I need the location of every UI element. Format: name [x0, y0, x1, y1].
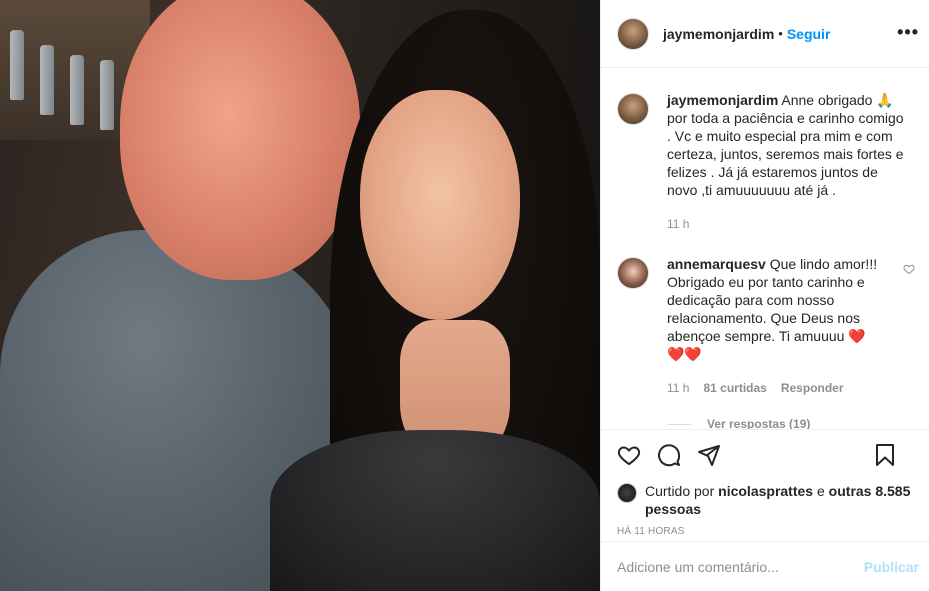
post-photo[interactable] — [0, 0, 600, 591]
replies-divider — [667, 423, 691, 425]
comment-bubble-icon[interactable] — [657, 443, 681, 467]
comment-hearts: ❤️❤️ — [667, 346, 702, 362]
add-comment-bar: Publicar — [601, 541, 929, 591]
man-face — [120, 0, 360, 280]
view-replies-label[interactable]: Ver respostas (19) — [707, 417, 810, 429]
woman-top — [270, 430, 600, 591]
view-replies-button[interactable]: Ver respostas (19) — [667, 417, 913, 429]
likes-connector: e — [816, 483, 825, 499]
instagram-post: jaymemonjardim • Seguir ••• jaymemonjard… — [0, 0, 929, 591]
commenter-username[interactable]: annemarquesv — [667, 256, 766, 272]
like-heart-icon[interactable] — [617, 443, 641, 467]
caption-time[interactable]: 11 h — [667, 215, 689, 233]
liker-username[interactable]: nicolasprattes — [718, 483, 813, 499]
woman-face — [360, 90, 520, 320]
share-paper-plane-icon[interactable] — [697, 443, 721, 467]
separator-dot: • — [778, 26, 783, 41]
bottle — [70, 55, 84, 125]
commenter-avatar[interactable] — [617, 257, 649, 289]
author-username[interactable]: jaymemonjardim — [663, 26, 774, 42]
comment-item: annemarquesv Que lindo amor!!! Obrigado … — [617, 255, 915, 397]
post-header: jaymemonjardim • Seguir ••• — [601, 0, 929, 68]
caption: jaymemonjardim Anne obrigado 🙏 por toda … — [617, 91, 913, 233]
post-actions: Curtido por nicolasprattes e outras 8.58… — [601, 429, 929, 541]
follow-button[interactable]: Seguir — [787, 26, 831, 42]
bottle — [100, 60, 114, 130]
bottle — [40, 45, 54, 115]
comment-input[interactable] — [617, 558, 864, 575]
save-bookmark-icon[interactable] — [873, 443, 897, 467]
post-timestamp[interactable]: HÁ 11 HORAS — [617, 526, 913, 537]
caption-username[interactable]: jaymemonjardim — [667, 92, 778, 108]
reply-button[interactable]: Responder — [781, 379, 844, 397]
action-icons — [617, 440, 913, 470]
more-options-icon[interactable]: ••• — [897, 22, 919, 43]
comments-section[interactable]: jaymemonjardim Anne obrigado 🙏 por toda … — [601, 69, 929, 429]
bottle — [10, 30, 24, 100]
post-side-panel: jaymemonjardim • Seguir ••• jaymemonjard… — [600, 0, 929, 591]
liker-avatar[interactable] — [617, 483, 637, 503]
comment-likes[interactable]: 81 curtidas — [703, 379, 766, 397]
author-avatar[interactable] — [617, 17, 649, 50]
comment-time[interactable]: 11 h — [667, 379, 689, 397]
likes-summary: Curtido por nicolasprattes e outras 8.58… — [617, 482, 913, 518]
likes-prefix: Curtido por — [645, 483, 715, 499]
like-comment-icon[interactable] — [903, 263, 915, 275]
caption-avatar[interactable] — [617, 93, 649, 125]
publish-button[interactable]: Publicar — [864, 559, 919, 575]
